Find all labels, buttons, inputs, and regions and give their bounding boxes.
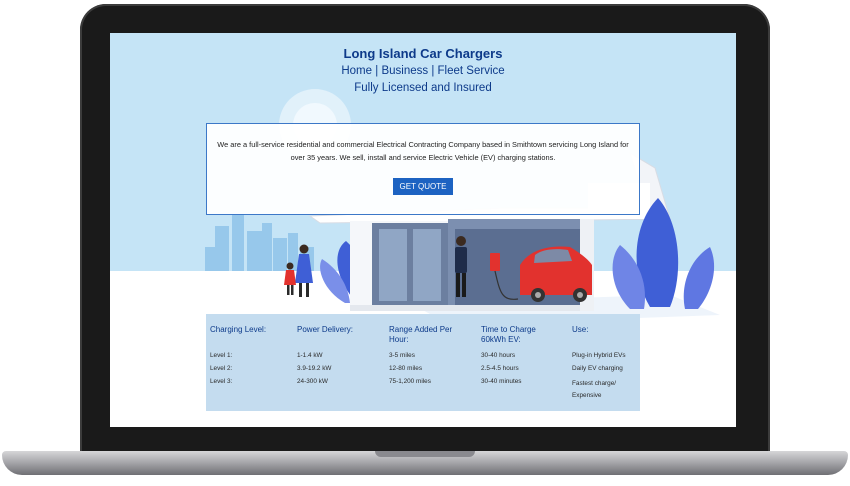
table-cell: 30-40 minutes xyxy=(481,378,522,385)
nav-separator: | xyxy=(431,65,435,77)
column-header-use: Use: xyxy=(572,325,589,334)
table-cell: Level 1: xyxy=(210,352,233,359)
nav-link-home[interactable]: Home xyxy=(341,65,372,77)
table-cell: 2.5-4.5 hours xyxy=(481,365,519,372)
table-cell: 3-5 miles xyxy=(389,352,415,359)
column-header-charging-level: Charging Level: xyxy=(210,325,267,334)
charging-levels-table: Charging Level: Power Delivery: Range Ad… xyxy=(206,314,640,411)
nav-link-business[interactable]: Business xyxy=(381,65,428,77)
table-cell: Daily EV charging xyxy=(572,365,623,372)
electric-car xyxy=(520,246,592,302)
main-nav: Home | Business | Fleet Service xyxy=(110,65,736,77)
table-cell: 24-300 kW xyxy=(297,378,328,385)
table-cell: 75-1,200 miles xyxy=(389,378,431,385)
table-cell: 12-80 miles xyxy=(389,365,423,372)
table-cell: 1-1.4 kW xyxy=(297,352,323,359)
tagline: Fully Licensed and Insured xyxy=(354,82,492,94)
column-header-time-to-charge: Time to Charge 60kWh EV: xyxy=(481,325,536,344)
table-cell: Level 3: xyxy=(210,378,233,385)
laptop-notch xyxy=(375,451,475,457)
city-skyline xyxy=(205,215,314,271)
column-header-power-delivery: Power Delivery: xyxy=(297,325,354,334)
nav-separator: | xyxy=(375,65,379,77)
intro-text: We are a full-service residential and co… xyxy=(217,140,629,162)
table-cell: Plug-in Hybrid EVs xyxy=(572,352,626,359)
site-title: Long Island Car Chargers xyxy=(343,46,503,61)
table-cell: Level 2: xyxy=(210,365,233,372)
column-header-range: Range Added Per Hour: xyxy=(389,325,453,344)
table-cell: 3.9-19.2 kW xyxy=(297,365,332,372)
laptop-screen: Long Island Car Chargers Home | Business… xyxy=(110,33,736,427)
table-cell: 30-40 hours xyxy=(481,352,516,359)
intro-box: We are a full-service residential and co… xyxy=(206,123,640,215)
nav-link-fleet-service[interactable]: Fleet Service xyxy=(438,65,505,77)
table-cell: Fastest charge/ Expensive xyxy=(572,380,617,399)
get-quote-button[interactable]: GET QUOTE xyxy=(393,178,453,195)
